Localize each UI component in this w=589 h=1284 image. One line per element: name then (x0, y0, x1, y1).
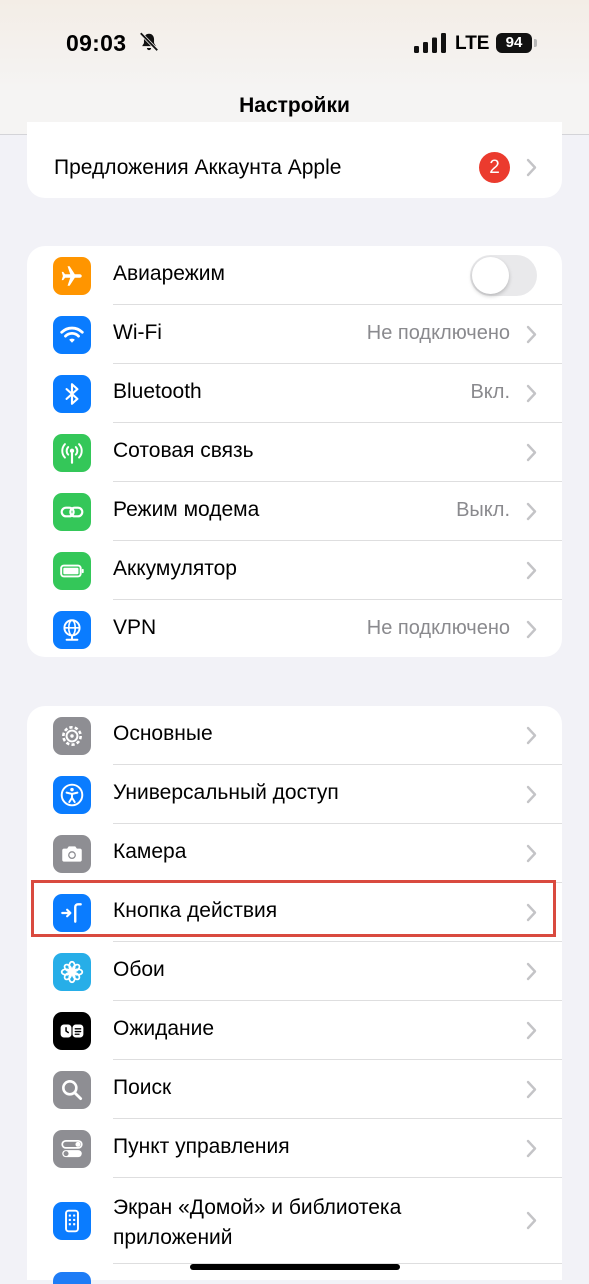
connectivity-group: Авиарежим Wi-Fi Не подключено Bluetooth … (27, 246, 562, 657)
status-time: 09:03 (66, 30, 127, 56)
account-suggestions-label: Предложения Аккаунта Apple (54, 156, 342, 179)
settings-row-label: Поиск (113, 1076, 172, 1099)
highlight-box-action-button (31, 880, 556, 937)
settings-row-search[interactable]: Поиск (27, 1060, 562, 1119)
home-screen-icon (53, 1202, 91, 1240)
standby-icon (53, 1012, 91, 1050)
wifi-icon (53, 316, 91, 354)
battery-tip (534, 39, 537, 47)
search-icon (53, 1071, 91, 1109)
next-row-icon (53, 1272, 91, 1284)
toggles-icon (53, 1130, 91, 1168)
chevron-right-icon (526, 1021, 537, 1040)
chevron-right-icon (526, 620, 537, 639)
settings-row-label: Режим модема (113, 498, 260, 521)
chevron-right-icon (526, 1211, 537, 1230)
settings-row-cellular[interactable]: Сотовая связь (27, 423, 562, 482)
settings-row-value: Не подключено (366, 322, 510, 344)
chevron-right-icon (526, 785, 537, 804)
antenna-icon (53, 434, 91, 472)
settings-row-bluetooth[interactable]: Bluetooth Вкл. (27, 364, 562, 423)
chevron-right-icon (526, 325, 537, 344)
toggle-knob (472, 257, 509, 294)
chevron-right-icon (526, 1080, 537, 1099)
settings-row-home-screen[interactable]: Экран «Домой» и библиотека приложений (27, 1178, 562, 1264)
settings-row-hotspot[interactable]: Режим модема Выкл. (27, 482, 562, 541)
chain-link-icon (53, 493, 91, 531)
account-suggestions-row[interactable]: Предложения Аккаунта Apple 2 (27, 122, 562, 198)
settings-row-battery[interactable]: Аккумулятор (27, 541, 562, 600)
bluetooth-icon (53, 375, 91, 413)
status-bar: 09:03 LTE 94 (0, 0, 589, 90)
chevron-right-icon (526, 844, 537, 863)
settings-row-general[interactable]: Основные (27, 706, 562, 765)
settings-row-label: Аккумулятор (113, 557, 237, 580)
chevron-right-icon (526, 726, 537, 745)
settings-row-airplane-mode: Авиарежим (27, 246, 562, 305)
settings-row-label: Пункт управления (113, 1135, 290, 1158)
settings-row-label: Wi-Fi (113, 321, 162, 344)
home-indicator[interactable] (190, 1264, 400, 1270)
chevron-right-icon (526, 1139, 537, 1158)
settings-row-label: Основные (113, 722, 213, 745)
chevron-right-icon (526, 158, 537, 177)
settings-row-standby[interactable]: Ожидание (27, 1001, 562, 1060)
settings-row-label: Авиарежим (113, 262, 225, 285)
settings-row-value: Выкл. (456, 499, 510, 521)
battery-level: 94 (496, 33, 532, 53)
cellular-signal-icon (414, 33, 446, 53)
globe-network-icon (53, 611, 91, 649)
camera-icon (53, 835, 91, 873)
airplane-mode-toggle[interactable] (470, 255, 537, 296)
settings-row-accessibility[interactable]: Универсальный доступ (27, 765, 562, 824)
chevron-right-icon (526, 561, 537, 580)
silent-bell-icon (139, 32, 159, 52)
settings-row-control-center[interactable]: Пункт управления (27, 1119, 562, 1178)
settings-row-label: Камера (113, 840, 187, 863)
flower-icon (53, 953, 91, 991)
chevron-right-icon (526, 502, 537, 521)
accessibility-icon (53, 776, 91, 814)
settings-row-label: Bluetooth (113, 380, 202, 403)
airplane-icon (53, 257, 91, 295)
settings-row-wallpaper[interactable]: Обои (27, 942, 562, 1001)
settings-row-label: Обои (113, 958, 165, 981)
notification-badge: 2 (479, 152, 510, 183)
general-group: Основные Универсальный доступ Камера Кно… (27, 706, 562, 1280)
settings-row-label: VPN (113, 616, 157, 639)
settings-row-camera[interactable]: Камера (27, 824, 562, 883)
chevron-right-icon (526, 384, 537, 403)
page-title: Настройки (239, 94, 350, 117)
settings-row-label: Сотовая связь (113, 439, 254, 462)
settings-row-label: Экран «Домой» и библиотека приложений (113, 1196, 402, 1249)
settings-row-vpn[interactable]: VPN Не подключено (27, 600, 562, 657)
network-type: LTE (455, 33, 490, 54)
chevron-right-icon (526, 962, 537, 981)
gear-icon (53, 717, 91, 755)
settings-row-value: Вкл. (470, 381, 510, 403)
settings-row-label: Ожидание (113, 1017, 215, 1040)
chevron-right-icon (526, 443, 537, 462)
settings-row-value: Не подключено (366, 617, 510, 639)
settings-row-wifi[interactable]: Wi-Fi Не подключено (27, 305, 562, 364)
settings-row-label: Универсальный доступ (113, 781, 339, 804)
battery-icon (53, 552, 91, 590)
